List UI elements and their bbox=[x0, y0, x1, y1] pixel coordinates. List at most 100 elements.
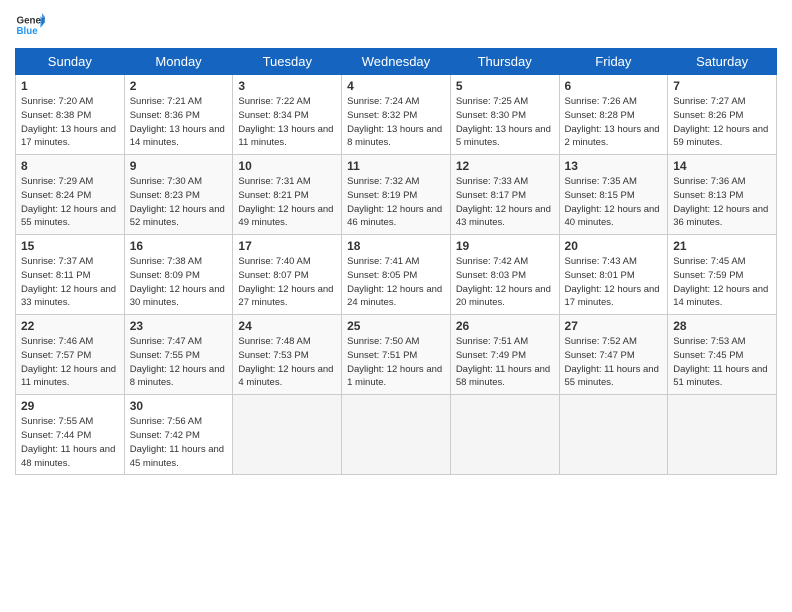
day-info: Sunrise: 7:53 AMSunset: 7:45 PMDaylight:… bbox=[673, 336, 767, 388]
day-number: 17 bbox=[238, 239, 336, 253]
day-number: 8 bbox=[21, 159, 119, 173]
calendar-cell: 15 Sunrise: 7:37 AMSunset: 8:11 PMDaylig… bbox=[16, 235, 125, 315]
day-info: Sunrise: 7:21 AMSunset: 8:36 PMDaylight:… bbox=[130, 96, 225, 148]
svg-text:Blue: Blue bbox=[17, 26, 39, 37]
day-number: 16 bbox=[130, 239, 228, 253]
day-number: 27 bbox=[565, 319, 663, 333]
day-info: Sunrise: 7:32 AMSunset: 8:19 PMDaylight:… bbox=[347, 176, 442, 228]
day-info: Sunrise: 7:43 AMSunset: 8:01 PMDaylight:… bbox=[565, 256, 660, 308]
day-info: Sunrise: 7:56 AMSunset: 7:42 PMDaylight:… bbox=[130, 416, 224, 468]
col-monday: Monday bbox=[124, 49, 233, 75]
day-number: 24 bbox=[238, 319, 336, 333]
col-tuesday: Tuesday bbox=[233, 49, 342, 75]
header-row: Sunday Monday Tuesday Wednesday Thursday… bbox=[16, 49, 777, 75]
day-info: Sunrise: 7:25 AMSunset: 8:30 PMDaylight:… bbox=[456, 96, 551, 148]
day-info: Sunrise: 7:45 AMSunset: 7:59 PMDaylight:… bbox=[673, 256, 768, 308]
day-info: Sunrise: 7:37 AMSunset: 8:11 PMDaylight:… bbox=[21, 256, 116, 308]
day-info: Sunrise: 7:24 AMSunset: 8:32 PMDaylight:… bbox=[347, 96, 442, 148]
calendar-cell: 7 Sunrise: 7:27 AMSunset: 8:26 PMDayligh… bbox=[668, 75, 777, 155]
day-number: 2 bbox=[130, 79, 228, 93]
day-info: Sunrise: 7:35 AMSunset: 8:15 PMDaylight:… bbox=[565, 176, 660, 228]
calendar-week-row: 8 Sunrise: 7:29 AMSunset: 8:24 PMDayligh… bbox=[16, 155, 777, 235]
day-info: Sunrise: 7:38 AMSunset: 8:09 PMDaylight:… bbox=[130, 256, 225, 308]
day-number: 3 bbox=[238, 79, 336, 93]
calendar-cell bbox=[450, 395, 559, 475]
calendar-cell bbox=[559, 395, 668, 475]
day-number: 28 bbox=[673, 319, 771, 333]
day-info: Sunrise: 7:42 AMSunset: 8:03 PMDaylight:… bbox=[456, 256, 551, 308]
day-info: Sunrise: 7:48 AMSunset: 7:53 PMDaylight:… bbox=[238, 336, 333, 388]
day-info: Sunrise: 7:55 AMSunset: 7:44 PMDaylight:… bbox=[21, 416, 115, 468]
calendar-cell: 4 Sunrise: 7:24 AMSunset: 8:32 PMDayligh… bbox=[342, 75, 451, 155]
day-number: 11 bbox=[347, 159, 445, 173]
calendar-cell: 9 Sunrise: 7:30 AMSunset: 8:23 PMDayligh… bbox=[124, 155, 233, 235]
calendar-cell: 2 Sunrise: 7:21 AMSunset: 8:36 PMDayligh… bbox=[124, 75, 233, 155]
day-number: 10 bbox=[238, 159, 336, 173]
page-container: General Blue Sunday Monday Tuesday Wedne… bbox=[0, 0, 792, 485]
col-friday: Friday bbox=[559, 49, 668, 75]
calendar-week-row: 22 Sunrise: 7:46 AMSunset: 7:57 PMDaylig… bbox=[16, 315, 777, 395]
calendar-cell: 3 Sunrise: 7:22 AMSunset: 8:34 PMDayligh… bbox=[233, 75, 342, 155]
day-info: Sunrise: 7:50 AMSunset: 7:51 PMDaylight:… bbox=[347, 336, 442, 388]
calendar-cell: 25 Sunrise: 7:50 AMSunset: 7:51 PMDaylig… bbox=[342, 315, 451, 395]
day-number: 25 bbox=[347, 319, 445, 333]
day-info: Sunrise: 7:26 AMSunset: 8:28 PMDaylight:… bbox=[565, 96, 660, 148]
calendar-cell: 17 Sunrise: 7:40 AMSunset: 8:07 PMDaylig… bbox=[233, 235, 342, 315]
calendar-cell: 10 Sunrise: 7:31 AMSunset: 8:21 PMDaylig… bbox=[233, 155, 342, 235]
day-info: Sunrise: 7:30 AMSunset: 8:23 PMDaylight:… bbox=[130, 176, 225, 228]
calendar-cell bbox=[342, 395, 451, 475]
day-info: Sunrise: 7:31 AMSunset: 8:21 PMDaylight:… bbox=[238, 176, 333, 228]
col-wednesday: Wednesday bbox=[342, 49, 451, 75]
calendar-cell: 16 Sunrise: 7:38 AMSunset: 8:09 PMDaylig… bbox=[124, 235, 233, 315]
calendar-cell: 27 Sunrise: 7:52 AMSunset: 7:47 PMDaylig… bbox=[559, 315, 668, 395]
day-info: Sunrise: 7:22 AMSunset: 8:34 PMDaylight:… bbox=[238, 96, 333, 148]
day-number: 5 bbox=[456, 79, 554, 93]
day-number: 22 bbox=[21, 319, 119, 333]
day-info: Sunrise: 7:20 AMSunset: 8:38 PMDaylight:… bbox=[21, 96, 116, 148]
day-info: Sunrise: 7:47 AMSunset: 7:55 PMDaylight:… bbox=[130, 336, 225, 388]
day-info: Sunrise: 7:36 AMSunset: 8:13 PMDaylight:… bbox=[673, 176, 768, 228]
logo-icon: General Blue bbox=[15, 10, 45, 40]
calendar-cell: 18 Sunrise: 7:41 AMSunset: 8:05 PMDaylig… bbox=[342, 235, 451, 315]
day-info: Sunrise: 7:27 AMSunset: 8:26 PMDaylight:… bbox=[673, 96, 768, 148]
day-info: Sunrise: 7:33 AMSunset: 8:17 PMDaylight:… bbox=[456, 176, 551, 228]
header: General Blue bbox=[15, 10, 777, 40]
calendar-cell: 22 Sunrise: 7:46 AMSunset: 7:57 PMDaylig… bbox=[16, 315, 125, 395]
day-number: 6 bbox=[565, 79, 663, 93]
day-info: Sunrise: 7:52 AMSunset: 7:47 PMDaylight:… bbox=[565, 336, 659, 388]
day-number: 23 bbox=[130, 319, 228, 333]
calendar-week-row: 15 Sunrise: 7:37 AMSunset: 8:11 PMDaylig… bbox=[16, 235, 777, 315]
calendar-cell bbox=[233, 395, 342, 475]
calendar-cell: 30 Sunrise: 7:56 AMSunset: 7:42 PMDaylig… bbox=[124, 395, 233, 475]
day-number: 9 bbox=[130, 159, 228, 173]
calendar-cell: 24 Sunrise: 7:48 AMSunset: 7:53 PMDaylig… bbox=[233, 315, 342, 395]
calendar-cell: 8 Sunrise: 7:29 AMSunset: 8:24 PMDayligh… bbox=[16, 155, 125, 235]
calendar-cell: 1 Sunrise: 7:20 AMSunset: 8:38 PMDayligh… bbox=[16, 75, 125, 155]
day-number: 29 bbox=[21, 399, 119, 413]
day-number: 30 bbox=[130, 399, 228, 413]
calendar-week-row: 1 Sunrise: 7:20 AMSunset: 8:38 PMDayligh… bbox=[16, 75, 777, 155]
calendar-cell: 14 Sunrise: 7:36 AMSunset: 8:13 PMDaylig… bbox=[668, 155, 777, 235]
day-number: 20 bbox=[565, 239, 663, 253]
calendar-cell: 28 Sunrise: 7:53 AMSunset: 7:45 PMDaylig… bbox=[668, 315, 777, 395]
col-saturday: Saturday bbox=[668, 49, 777, 75]
calendar-cell: 20 Sunrise: 7:43 AMSunset: 8:01 PMDaylig… bbox=[559, 235, 668, 315]
calendar-cell: 12 Sunrise: 7:33 AMSunset: 8:17 PMDaylig… bbox=[450, 155, 559, 235]
day-number: 7 bbox=[673, 79, 771, 93]
calendar-cell: 5 Sunrise: 7:25 AMSunset: 8:30 PMDayligh… bbox=[450, 75, 559, 155]
calendar-cell: 26 Sunrise: 7:51 AMSunset: 7:49 PMDaylig… bbox=[450, 315, 559, 395]
day-number: 15 bbox=[21, 239, 119, 253]
day-number: 1 bbox=[21, 79, 119, 93]
day-info: Sunrise: 7:41 AMSunset: 8:05 PMDaylight:… bbox=[347, 256, 442, 308]
calendar-cell bbox=[668, 395, 777, 475]
day-number: 13 bbox=[565, 159, 663, 173]
logo: General Blue bbox=[15, 10, 45, 40]
calendar-cell: 21 Sunrise: 7:45 AMSunset: 7:59 PMDaylig… bbox=[668, 235, 777, 315]
calendar-cell: 11 Sunrise: 7:32 AMSunset: 8:19 PMDaylig… bbox=[342, 155, 451, 235]
calendar-cell: 13 Sunrise: 7:35 AMSunset: 8:15 PMDaylig… bbox=[559, 155, 668, 235]
day-number: 21 bbox=[673, 239, 771, 253]
calendar-week-row: 29 Sunrise: 7:55 AMSunset: 7:44 PMDaylig… bbox=[16, 395, 777, 475]
day-number: 14 bbox=[673, 159, 771, 173]
day-info: Sunrise: 7:46 AMSunset: 7:57 PMDaylight:… bbox=[21, 336, 116, 388]
col-thursday: Thursday bbox=[450, 49, 559, 75]
